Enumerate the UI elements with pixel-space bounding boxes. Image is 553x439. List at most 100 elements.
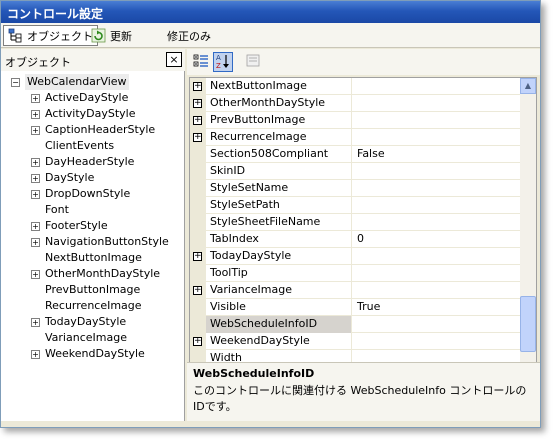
property-value[interactable]: True — [353, 299, 521, 316]
property-name[interactable]: ToolTip — [206, 265, 352, 282]
property-row[interactable]: + NextButtonImage — [190, 78, 536, 95]
property-value[interactable] — [353, 316, 521, 333]
property-row[interactable]: + OtherMonthDayStyle — [190, 95, 536, 112]
tree-item[interactable]: + ActivityDayStyle — [1, 106, 185, 122]
property-name[interactable]: Visible — [206, 299, 352, 316]
property-value[interactable] — [353, 129, 521, 146]
expand-icon[interactable]: + — [31, 222, 40, 231]
tree-item[interactable]: PrevButtonImage — [1, 282, 185, 298]
property-row[interactable]: TabIndex 0 — [190, 231, 536, 248]
tree-item[interactable]: + TodayDayStyle — [1, 314, 185, 330]
categorized-button[interactable] — [191, 52, 211, 72]
property-value[interactable] — [353, 282, 521, 299]
property-row[interactable]: + VarianceImage — [190, 282, 536, 299]
expand-icon[interactable]: + — [193, 337, 202, 346]
expand-icon[interactable]: + — [31, 94, 40, 103]
property-name[interactable]: WeekendDayStyle — [206, 333, 352, 350]
expand-icon[interactable]: + — [193, 82, 202, 91]
property-value[interactable] — [353, 197, 521, 214]
property-name[interactable]: StyleSetName — [206, 180, 352, 197]
property-row[interactable]: + RecurrenceImage — [190, 129, 536, 146]
property-pages-button[interactable] — [243, 52, 263, 72]
tree-item[interactable]: + CaptionHeaderStyle — [1, 122, 185, 138]
property-name[interactable]: SkinID — [206, 163, 352, 180]
expand-icon[interactable]: + — [31, 350, 40, 359]
property-row[interactable]: StyleSheetFileName — [190, 214, 536, 231]
property-row[interactable]: StyleSetName — [190, 180, 536, 197]
tree-item[interactable]: ClientEvents — [1, 138, 185, 154]
main-toolbar: オブジェクト 更新 修正のみ — [1, 23, 540, 48]
property-row[interactable]: + PrevButtonImage — [190, 112, 536, 129]
tree-item[interactable]: Font — [1, 202, 185, 218]
property-grid-scrollbar[interactable]: ▲ ▼ — [520, 78, 536, 404]
scroll-up-arrow-icon[interactable]: ▲ — [520, 78, 536, 94]
tree-item[interactable]: + ActiveDayStyle — [1, 90, 185, 106]
update-button[interactable]: 更新 — [87, 25, 136, 46]
property-value[interactable]: 0 — [353, 231, 521, 248]
tree-item[interactable]: NextButtonImage — [1, 250, 185, 266]
expand-icon[interactable]: + — [31, 270, 40, 279]
property-value[interactable] — [353, 163, 521, 180]
tree-item[interactable]: + FooterStyle — [1, 218, 185, 234]
expand-icon[interactable]: + — [31, 110, 40, 119]
property-row[interactable]: WebScheduleInfoID — [190, 316, 536, 333]
property-row[interactable]: ToolTip — [190, 265, 536, 282]
property-row[interactable]: SkinID — [190, 163, 536, 180]
property-row[interactable]: Visible True — [190, 299, 536, 316]
tree-item[interactable]: + WeekendDayStyle — [1, 346, 185, 362]
tree-item[interactable]: VarianceImage — [1, 330, 185, 346]
tree-item[interactable]: + OtherMonthDayStyle — [1, 266, 185, 282]
expand-icon[interactable]: + — [193, 116, 202, 125]
tree-root[interactable]: − WebCalendarView — [1, 74, 185, 90]
expand-icon[interactable]: + — [193, 252, 202, 261]
property-row-gutter: + — [190, 78, 206, 95]
property-name[interactable]: TodayDayStyle — [206, 248, 352, 265]
property-row[interactable]: Section508Compliant False — [190, 146, 536, 163]
property-name[interactable]: StyleSetPath — [206, 197, 352, 214]
tree-item[interactable]: + DropDownStyle — [1, 186, 185, 202]
property-value[interactable] — [353, 333, 521, 350]
tree-item[interactable]: RecurrenceImage — [1, 298, 185, 314]
property-value[interactable] — [353, 180, 521, 197]
property-name[interactable]: WebScheduleInfoID — [206, 316, 352, 333]
sort-az-icon: A Z — [215, 53, 231, 72]
property-value[interactable]: False — [353, 146, 521, 163]
collapse-icon[interactable]: − — [11, 78, 20, 87]
expand-icon[interactable]: + — [193, 99, 202, 108]
property-name[interactable]: VarianceImage — [206, 282, 352, 299]
property-name[interactable]: PrevButtonImage — [206, 112, 352, 129]
property-row[interactable]: + TodayDayStyle — [190, 248, 536, 265]
property-value[interactable] — [353, 112, 521, 129]
expand-icon[interactable]: + — [31, 126, 40, 135]
modified-only-button[interactable]: 修正のみ — [163, 25, 215, 46]
tree-item-label: VarianceImage — [45, 331, 127, 344]
property-value[interactable] — [353, 95, 521, 112]
alphabetical-sort-button[interactable]: A Z — [213, 52, 233, 72]
property-name[interactable]: TabIndex — [206, 231, 352, 248]
expand-icon[interactable]: + — [193, 133, 202, 142]
description-panel: WebScheduleInfoID このコントロールに関連付ける WebSche… — [187, 362, 540, 421]
tree-item[interactable]: + NavigationButtonStyle — [1, 234, 185, 250]
property-value[interactable] — [353, 248, 521, 265]
expand-icon[interactable]: + — [31, 318, 40, 327]
property-value[interactable] — [353, 265, 521, 282]
property-name[interactable]: Section508Compliant — [206, 146, 352, 163]
object-button[interactable]: オブジェクト — [3, 25, 98, 46]
tree-item[interactable]: + DayHeaderStyle — [1, 154, 185, 170]
expand-icon[interactable]: + — [31, 190, 40, 199]
close-button[interactable]: × — [166, 52, 182, 67]
property-value[interactable] — [353, 78, 521, 95]
property-name[interactable]: OtherMonthDayStyle — [206, 95, 352, 112]
property-value[interactable] — [353, 214, 521, 231]
property-row[interactable]: + WeekendDayStyle — [190, 333, 536, 350]
property-name[interactable]: StyleSheetFileName — [206, 214, 352, 231]
tree-item[interactable]: + DayStyle — [1, 170, 185, 186]
scroll-thumb[interactable] — [520, 296, 536, 352]
property-name[interactable]: RecurrenceImage — [206, 129, 352, 146]
expand-icon[interactable]: + — [193, 286, 202, 295]
property-name[interactable]: NextButtonImage — [206, 78, 352, 95]
property-row[interactable]: StyleSetPath — [190, 197, 536, 214]
expand-icon[interactable]: + — [31, 174, 40, 183]
expand-icon[interactable]: + — [31, 158, 40, 167]
expand-icon[interactable]: + — [31, 238, 40, 247]
